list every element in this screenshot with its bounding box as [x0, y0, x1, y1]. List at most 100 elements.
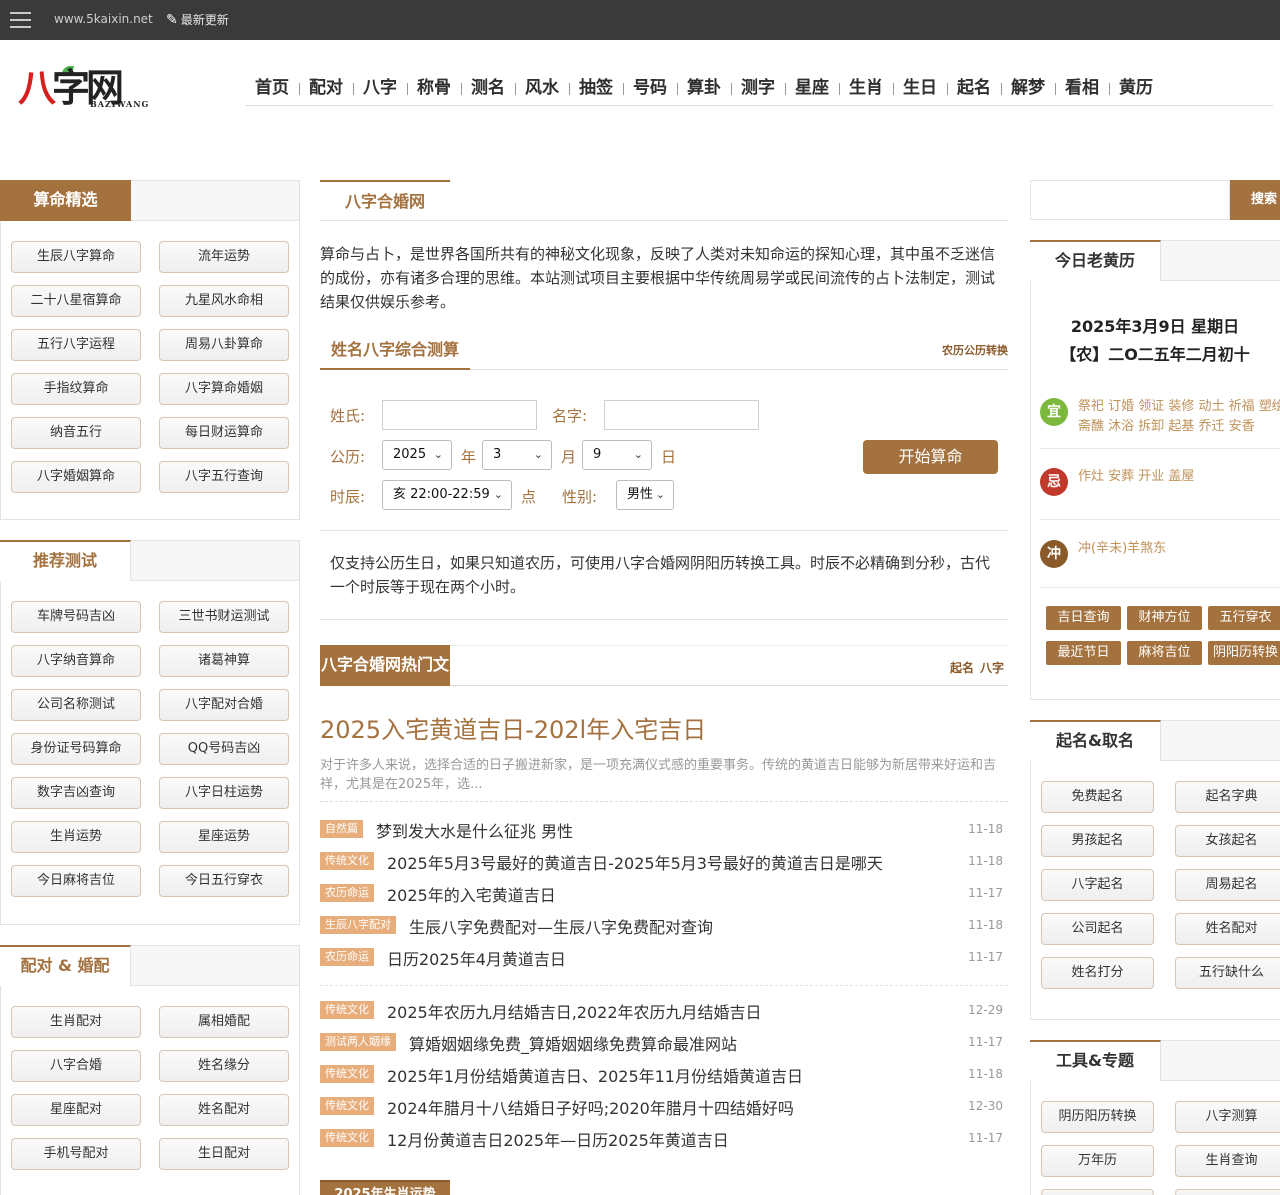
tool-button-partial[interactable]: [1041, 1189, 1154, 1195]
featured-item-button[interactable]: 纳音五行: [11, 417, 141, 449]
naming-item-button[interactable]: 五行缺什么: [1175, 957, 1280, 989]
recommend-item-button[interactable]: 八字日柱运势: [159, 777, 289, 809]
day-select[interactable]: 9 ⌄: [582, 440, 652, 470]
nav-item[interactable]: 首页: [245, 74, 299, 102]
headline-article[interactable]: 2025入宅黄道吉日-202l年入宅吉日: [320, 710, 706, 745]
match-item-button[interactable]: 手机号配对: [11, 1138, 141, 1170]
news-title[interactable]: 2024年腊月十八结婚日子好吗;2020年腊月十四结婚好吗: [387, 1095, 794, 1119]
nav-item[interactable]: 配对: [299, 74, 353, 102]
category-badge[interactable]: 测试两人姻缘: [320, 1033, 396, 1051]
nav-item[interactable]: 抽签: [569, 74, 623, 102]
hot-link-bazi[interactable]: 八字: [980, 661, 1004, 675]
naming-item-button[interactable]: 姓名配对: [1175, 913, 1280, 945]
news-title[interactable]: 日历2025年4月黄道吉日: [387, 946, 566, 970]
nav-item[interactable]: 八字: [353, 74, 407, 102]
nav-item[interactable]: 号码: [623, 74, 677, 102]
match-item-button[interactable]: 属相婚配: [159, 1006, 289, 1038]
tool-button-partial[interactable]: [1175, 1189, 1280, 1195]
almanac-tool-tag[interactable]: 麻将吉位: [1127, 641, 1202, 665]
nav-item[interactable]: 看相: [1055, 74, 1109, 102]
naming-item-button[interactable]: 男孩起名: [1041, 825, 1154, 857]
news-row[interactable]: 自然篇 梦到发大水是什么征兆 男性 11-18: [320, 817, 1008, 841]
category-badge[interactable]: 传统文化: [320, 1129, 374, 1147]
news-title[interactable]: 生辰八字免费配对—生辰八字免费配对查询: [409, 914, 713, 938]
news-title[interactable]: 2025年的入宅黄道吉日: [387, 882, 556, 906]
featured-item-button[interactable]: 八字五行查询: [159, 461, 289, 493]
category-badge[interactable]: 传统文化: [320, 1001, 374, 1019]
nav-item[interactable]: 解梦: [1001, 74, 1055, 102]
news-title[interactable]: 2025年5月3号最好的黄道吉日-2025年5月3号最好的黄道吉日是哪天: [387, 850, 883, 874]
match-item-button[interactable]: 姓名缘分: [159, 1050, 289, 1082]
recommend-item-button[interactable]: 公司名称测试: [11, 689, 141, 721]
news-row[interactable]: 传统文化 2025年1月份结婚黄道吉日、2025年11月份结婚黄道吉日 11-18: [320, 1062, 1008, 1086]
news-row[interactable]: 生辰八字配对 生辰八字免费配对—生辰八字免费配对查询 11-18: [320, 913, 1008, 937]
recommend-item-button[interactable]: 生肖运势: [11, 821, 141, 853]
match-item-button[interactable]: 八字合婚: [11, 1050, 141, 1082]
recommend-item-button[interactable]: 星座运势: [159, 821, 289, 853]
tool-item-button[interactable]: 阴历阳历转换: [1041, 1101, 1154, 1133]
search-button[interactable]: 搜索: [1230, 180, 1280, 220]
gender-select[interactable]: 男性 ⌄: [616, 480, 674, 510]
tool-item-button[interactable]: 生肖查询: [1175, 1145, 1280, 1177]
surname-input[interactable]: [382, 400, 537, 430]
recommend-item-button[interactable]: 车牌号码吉凶: [11, 601, 141, 633]
nav-item[interactable]: 算卦: [677, 74, 731, 102]
recommend-item-button[interactable]: QQ号码吉凶: [159, 733, 289, 765]
site-url[interactable]: www.5kaixin.net: [54, 12, 153, 26]
featured-item-button[interactable]: 八字婚姻算命: [11, 461, 141, 493]
month-select[interactable]: 3 ⌄: [482, 440, 552, 470]
site-logo[interactable]: 八字网 BAZIWANG: [18, 66, 160, 112]
category-badge[interactable]: 传统文化: [320, 1097, 374, 1115]
recommend-item-button[interactable]: 今日五行穿衣: [159, 865, 289, 897]
news-title[interactable]: 梦到发大水是什么征兆 男性: [376, 818, 573, 842]
almanac-tool-tag[interactable]: 最近节日: [1046, 641, 1121, 665]
category-badge[interactable]: 自然篇: [320, 820, 363, 838]
year-select[interactable]: 2025 ⌄: [382, 440, 452, 470]
nav-item[interactable]: 生日: [893, 74, 947, 102]
news-row[interactable]: 农历命运 日历2025年4月黄道吉日 11-17: [320, 945, 1008, 969]
news-row[interactable]: 传统文化 2025年农历九月结婚吉日,2022年农历九月结婚吉日 12-29: [320, 998, 1008, 1022]
featured-item-button[interactable]: 八字算命婚姻: [159, 373, 289, 405]
recommend-item-button[interactable]: 数字吉凶查询: [11, 777, 141, 809]
hot-link-naming[interactable]: 起名: [950, 661, 974, 675]
news-row[interactable]: 农历命运 2025年的入宅黄道吉日 11-17: [320, 881, 1008, 905]
almanac-tool-tag[interactable]: 吉日查询: [1046, 606, 1121, 630]
hour-select[interactable]: 亥 22:00-22:59 ⌄: [382, 480, 512, 510]
recommend-item-button[interactable]: 今日麻将吉位: [11, 865, 141, 897]
recommend-item-button[interactable]: 三世书财运测试: [159, 601, 289, 633]
featured-item-button[interactable]: 五行八字运程: [11, 329, 141, 361]
category-badge[interactable]: 农历命运: [320, 948, 374, 966]
featured-item-button[interactable]: 九星风水命相: [159, 285, 289, 317]
almanac-tool-tag[interactable]: 财神方位: [1127, 606, 1202, 630]
naming-item-button[interactable]: 姓名打分: [1041, 957, 1154, 989]
nav-item[interactable]: 生肖: [839, 74, 893, 102]
tool-item-button[interactable]: 八字测算: [1175, 1101, 1280, 1133]
match-item-button[interactable]: 生日配对: [159, 1138, 289, 1170]
naming-item-button[interactable]: 起名字典: [1175, 781, 1280, 813]
recommend-item-button[interactable]: 身份证号码算命: [11, 733, 141, 765]
menu-icon[interactable]: [10, 12, 31, 28]
naming-item-button[interactable]: 免费起名: [1041, 781, 1154, 813]
naming-item-button[interactable]: 女孩起名: [1175, 825, 1280, 857]
featured-item-button[interactable]: 周易八卦算命: [159, 329, 289, 361]
nav-item[interactable]: 黄历: [1109, 74, 1163, 102]
match-item-button[interactable]: 姓名配对: [159, 1094, 289, 1126]
match-item-button[interactable]: 星座配对: [11, 1094, 141, 1126]
start-calculation-button[interactable]: 开始算命: [863, 440, 998, 474]
featured-item-button[interactable]: 手指纹算命: [11, 373, 141, 405]
category-badge[interactable]: 农历命运: [320, 884, 374, 902]
latest-updates-link[interactable]: ✎ 最新更新: [166, 11, 229, 28]
news-title[interactable]: 2025年1月份结婚黄道吉日、2025年11月份结婚黄道吉日: [387, 1063, 803, 1087]
almanac-tool-tag[interactable]: 五行穿衣: [1208, 606, 1280, 630]
news-title[interactable]: 2025年农历九月结婚吉日,2022年农历九月结婚吉日: [387, 999, 762, 1023]
naming-item-button[interactable]: 公司起名: [1041, 913, 1154, 945]
news-row[interactable]: 传统文化 2025年5月3号最好的黄道吉日-2025年5月3号最好的黄道吉日是哪天…: [320, 849, 1008, 873]
search-input[interactable]: [1030, 180, 1230, 220]
news-row[interactable]: 传统文化 2024年腊月十八结婚日子好吗;2020年腊月十四结婚好吗 12-30: [320, 1094, 1008, 1118]
nav-item[interactable]: 起名: [947, 74, 1001, 102]
news-title[interactable]: 算婚姻姻缘免费_算婚姻姻缘免费算命最准网站: [409, 1031, 737, 1055]
category-badge[interactable]: 传统文化: [320, 1065, 374, 1083]
recommend-item-button[interactable]: 诸葛神算: [159, 645, 289, 677]
nav-item[interactable]: 测字: [731, 74, 785, 102]
naming-item-button[interactable]: 周易起名: [1175, 869, 1280, 901]
